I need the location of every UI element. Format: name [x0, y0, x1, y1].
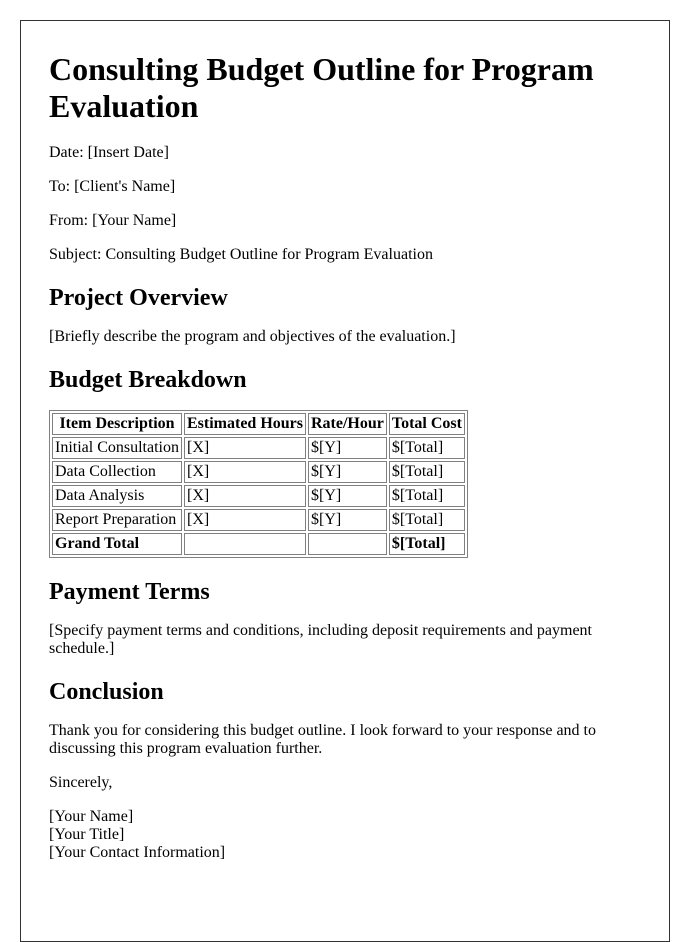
cell-total: $[Total]	[388, 461, 465, 483]
project-overview-text: [Briefly describe the program and object…	[49, 328, 456, 345]
table-row: Data Analysis [X] $[Y] $[Total]	[52, 485, 465, 507]
grand-total-label: Grand Total	[52, 533, 182, 555]
column-header-rate: Rate/Hour	[308, 413, 387, 435]
from-line: From: [Your Name]	[49, 212, 177, 229]
column-header-item: Item Description	[52, 413, 182, 435]
cell-hours: [X]	[184, 509, 306, 531]
document-page: Consulting Budget Outline for Program Ev…	[20, 20, 670, 942]
signature-contact: [Your Contact Information]	[49, 844, 226, 861]
grand-total-rate	[308, 533, 387, 555]
signature-name: [Your Name]	[49, 808, 134, 825]
document-title: Consulting Budget Outline for Program Ev…	[49, 51, 594, 124]
letter-header: Date: [Insert Date] To: [Client's Name] …	[49, 144, 649, 264]
cell-rate: $[Y]	[308, 437, 387, 459]
conclusion-heading: Conclusion	[49, 679, 164, 705]
budget-table: Item Description Estimated Hours Rate/Ho…	[49, 410, 468, 558]
date-line: Date: [Insert Date]	[49, 144, 169, 161]
cell-item: Data Analysis	[52, 485, 182, 507]
column-header-hours: Estimated Hours	[184, 413, 306, 435]
table-row: Initial Consultation [X] $[Y] $[Total]	[52, 437, 465, 459]
cell-rate: $[Y]	[308, 485, 387, 507]
cell-hours: [X]	[184, 485, 306, 507]
cell-rate: $[Y]	[308, 461, 387, 483]
signature-block: [Your Name] [Your Title] [Your Contact I…	[49, 808, 649, 862]
closing-line: Sincerely,	[49, 774, 113, 791]
column-header-total: Total Cost	[388, 413, 465, 435]
cell-item: Report Preparation	[52, 509, 182, 531]
cell-hours: [X]	[184, 437, 306, 459]
conclusion-text: Thank you for considering this budget ou…	[49, 722, 596, 757]
cell-item: Data Collection	[52, 461, 182, 483]
grand-total-row: Grand Total $[Total]	[52, 533, 465, 555]
cell-total: $[Total]	[388, 437, 465, 459]
table-header-row: Item Description Estimated Hours Rate/Ho…	[52, 413, 465, 435]
subject-line: Subject: Consulting Budget Outline for P…	[49, 246, 433, 263]
grand-total-value: $[Total]	[388, 533, 465, 555]
payment-terms-heading: Payment Terms	[49, 579, 210, 605]
cell-item: Initial Consultation	[52, 437, 182, 459]
signature-title: [Your Title]	[49, 826, 125, 843]
cell-total: $[Total]	[388, 509, 465, 531]
project-overview-heading: Project Overview	[49, 285, 228, 311]
grand-total-hours	[184, 533, 306, 555]
cell-hours: [X]	[184, 461, 306, 483]
table-row: Report Preparation [X] $[Y] $[Total]	[52, 509, 465, 531]
table-row: Data Collection [X] $[Y] $[Total]	[52, 461, 465, 483]
cell-total: $[Total]	[388, 485, 465, 507]
cell-rate: $[Y]	[308, 509, 387, 531]
payment-terms-text: [Specify payment terms and conditions, i…	[49, 622, 592, 657]
budget-breakdown-heading: Budget Breakdown	[49, 367, 247, 393]
to-line: To: [Client's Name]	[49, 178, 176, 195]
